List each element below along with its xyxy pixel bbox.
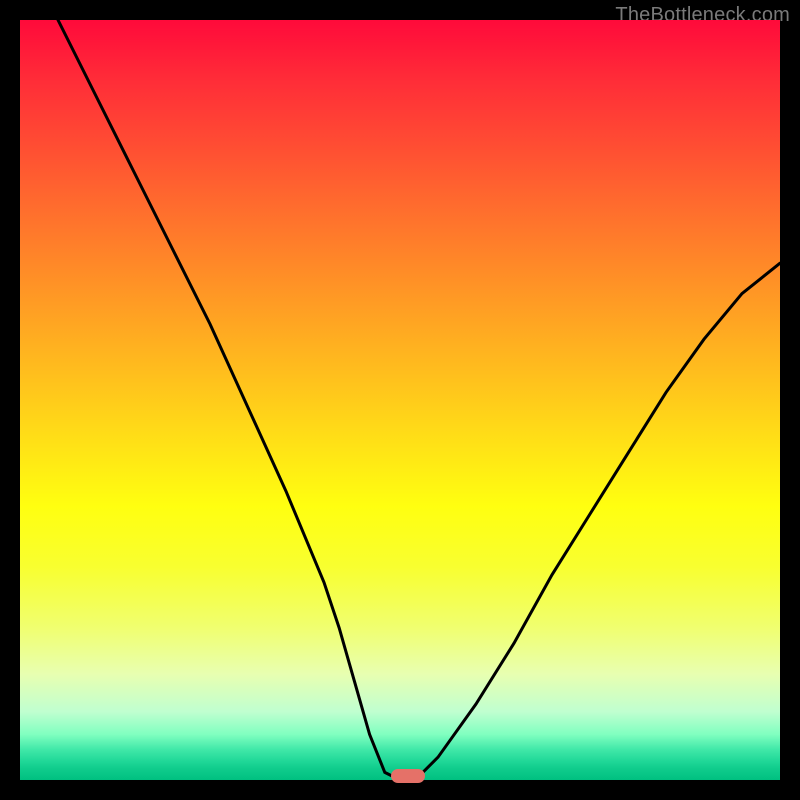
bottleneck-curve — [58, 20, 780, 780]
plot-area — [20, 20, 780, 780]
curve-svg — [20, 20, 780, 780]
optimum-marker — [391, 769, 425, 783]
chart-container: TheBottleneck.com — [0, 0, 800, 800]
